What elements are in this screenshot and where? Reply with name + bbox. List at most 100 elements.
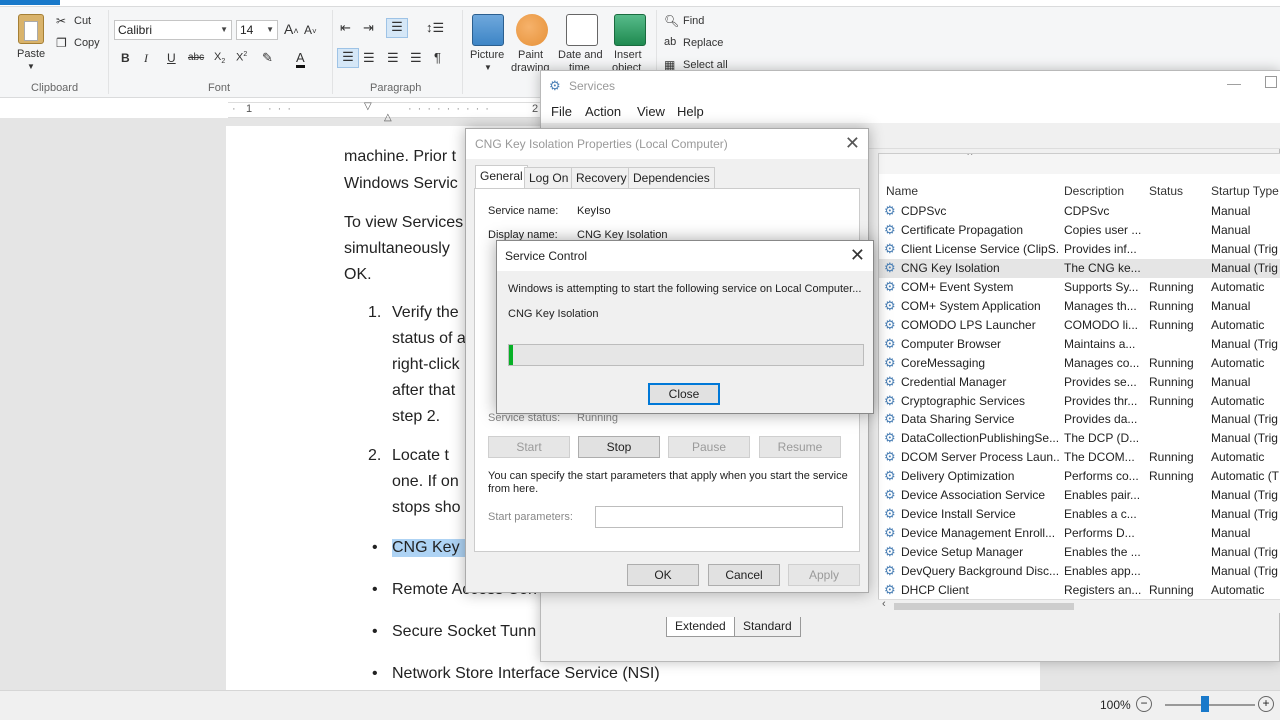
service-status-cell: Running bbox=[1149, 469, 1194, 484]
italic-icon[interactable]: I bbox=[144, 51, 148, 66]
close-icon[interactable]: ✕ bbox=[845, 133, 860, 154]
service-row[interactable]: ⚙ Credential Manager Provides se... Running… bbox=[879, 373, 1280, 392]
replace-button[interactable]: Replace bbox=[683, 37, 723, 49]
zoom-slider[interactable] bbox=[1165, 704, 1255, 706]
align-left-icon[interactable]: ☰ bbox=[337, 48, 359, 68]
menu-view[interactable]: View bbox=[637, 104, 665, 119]
menu-help[interactable]: Help bbox=[677, 104, 704, 119]
service-row[interactable]: ⚙ CNG Key Isolation The CNG ke... Manual (T… bbox=[879, 258, 1280, 278]
maximize-icon[interactable] bbox=[1265, 76, 1277, 88]
paragraph-icon[interactable]: ¶ bbox=[434, 50, 441, 65]
service-row[interactable]: ⚙ Device Management Enroll... Performs D..… bbox=[879, 524, 1280, 543]
tab-log-on[interactable]: Log On bbox=[524, 167, 574, 189]
service-row[interactable]: ⚙ DataCollectionPublishingSe... The DCP (D… bbox=[879, 429, 1280, 448]
menu-file[interactable]: File bbox=[551, 104, 572, 119]
ok-button[interactable]: OK bbox=[627, 564, 699, 586]
date-time-button[interactable]: Date and bbox=[558, 49, 603, 61]
tab-standard[interactable]: Standard bbox=[734, 617, 801, 637]
font-size-select[interactable]: 14 ▼ bbox=[236, 20, 278, 40]
grow-font-icon[interactable]: A˄ bbox=[284, 21, 299, 37]
zoom-slider-thumb[interactable] bbox=[1201, 696, 1209, 712]
service-row[interactable]: ⚙ COM+ Event System Supports Sy... Running A… bbox=[879, 278, 1280, 297]
zoom-out-icon[interactable]: − bbox=[1136, 696, 1152, 712]
strikethrough-icon[interactable]: abc bbox=[188, 52, 204, 63]
bullets-icon[interactable]: ☰ bbox=[386, 18, 408, 38]
superscript-icon[interactable]: X2 bbox=[236, 51, 247, 64]
tab-recovery[interactable]: Recovery bbox=[571, 167, 632, 189]
picture-button[interactable]: Picture bbox=[470, 49, 504, 61]
column-header-description[interactable]: Description bbox=[1064, 184, 1124, 198]
font-color-icon[interactable]: A bbox=[296, 50, 305, 68]
service-row[interactable]: ⚙ Client License Service (ClipS... Provide… bbox=[879, 240, 1280, 259]
justify-icon[interactable]: ☰ bbox=[410, 50, 422, 66]
paste-dropdown-icon[interactable]: ▼ bbox=[27, 62, 35, 71]
paste-button[interactable]: Paste bbox=[17, 48, 45, 60]
cancel-button[interactable]: Cancel bbox=[708, 564, 780, 586]
selected-text[interactable]: CNG Key I bbox=[392, 539, 469, 557]
column-header-name[interactable]: Name bbox=[886, 184, 918, 198]
service-row[interactable]: ⚙ Delivery Optimization Performs co... Runn… bbox=[879, 467, 1280, 486]
highlight-icon[interactable]: ✎ bbox=[262, 50, 273, 66]
picture-dropdown-icon[interactable]: ▼ bbox=[484, 63, 492, 72]
insert-object-button[interactable]: Insert bbox=[614, 49, 642, 61]
column-header-startup-type[interactable]: Startup Type bbox=[1211, 184, 1279, 198]
services-titlebar[interactable]: ⚙ Services — bbox=[541, 71, 1280, 101]
service-control-titlebar[interactable]: Service Control ✕ bbox=[497, 241, 873, 271]
scroll-left-icon[interactable]: ‹ bbox=[882, 598, 886, 610]
service-row[interactable]: ⚙ Data Sharing Service Provides da... Manua… bbox=[879, 410, 1280, 429]
service-row[interactable]: ⚙ Cryptographic Services Provides thr... Ru… bbox=[879, 392, 1280, 411]
subscript-icon[interactable]: X2 bbox=[214, 51, 225, 65]
find-button[interactable]: Find bbox=[683, 15, 704, 27]
resume-button[interactable]: Resume bbox=[759, 436, 841, 458]
menu-action[interactable]: Action bbox=[585, 104, 621, 119]
column-header-status[interactable]: Status bbox=[1149, 184, 1183, 198]
service-row[interactable]: ⚙ COM+ System Application Manages th... Run… bbox=[879, 297, 1280, 316]
services-list[interactable]: ˄ Name Description Status Startup Type ⚙… bbox=[878, 153, 1280, 613]
properties-titlebar[interactable]: CNG Key Isolation Properties (Local Comp… bbox=[466, 129, 868, 159]
cut-button[interactable]: Cut bbox=[74, 15, 91, 27]
close-button[interactable]: Close bbox=[648, 383, 720, 405]
service-row[interactable]: ⚙ Computer Browser Maintains a... Manual (T… bbox=[879, 335, 1280, 354]
paint-drawing-button[interactable]: Paint bbox=[518, 49, 543, 61]
increase-indent-icon[interactable]: ⇥ bbox=[363, 20, 374, 36]
shrink-font-icon[interactable]: A˅ bbox=[304, 23, 317, 37]
stop-button[interactable]: Stop bbox=[578, 436, 660, 458]
start-button[interactable]: Start bbox=[488, 436, 570, 458]
copy-button[interactable]: Copy bbox=[74, 37, 100, 49]
hanging-indent-marker[interactable]: △ bbox=[384, 112, 392, 123]
line-spacing-icon[interactable]: ↕☰ bbox=[426, 20, 444, 36]
service-row[interactable]: ⚙ CoreMessaging Manages co... Running Automa… bbox=[879, 354, 1280, 373]
underline-icon[interactable]: U bbox=[167, 51, 176, 65]
service-row[interactable]: ⚙ DevQuery Background Disc... Enables app.… bbox=[879, 562, 1280, 581]
service-row[interactable]: ⚙ COMODO LPS Launcher COMODO li... Running A… bbox=[879, 316, 1280, 335]
apply-button[interactable]: Apply bbox=[788, 564, 860, 586]
close-icon[interactable]: ✕ bbox=[850, 245, 865, 266]
start-params-input[interactable] bbox=[595, 506, 843, 528]
service-startup-cell: Automatic (T bbox=[1211, 469, 1280, 484]
file-tab[interactable] bbox=[0, 0, 60, 5]
font-family-select[interactable]: Calibri ▼ bbox=[114, 20, 232, 40]
zoom-in-icon[interactable]: + bbox=[1258, 696, 1274, 712]
ruler[interactable]: · 1 ··· ▽ △ ········· 2 bbox=[228, 101, 548, 123]
service-row[interactable]: ⚙ CDPSvc CDPSvc Manual bbox=[879, 202, 1280, 221]
service-row[interactable]: ⚙ Certificate Propagation Copies user ... M… bbox=[879, 221, 1280, 240]
service-name-cell: DevQuery Background Disc... bbox=[901, 564, 1059, 579]
first-line-indent-marker[interactable]: ▽ bbox=[364, 101, 372, 112]
bold-icon[interactable]: B bbox=[121, 51, 130, 65]
tab-dependencies[interactable]: Dependencies bbox=[628, 167, 715, 189]
service-row[interactable]: ⚙ Device Setup Manager Enables the ... Manu… bbox=[879, 543, 1280, 562]
doc-line: Verify the bbox=[392, 304, 459, 321]
service-row[interactable]: ⚙ Device Install Service Enables a c... Man… bbox=[879, 505, 1280, 524]
service-row[interactable]: ⚙ Device Association Service Enables pair.… bbox=[879, 486, 1280, 505]
minimize-icon[interactable]: — bbox=[1227, 75, 1241, 91]
service-row[interactable]: ⚙ DCOM Server Process Laun... The DCOM... R… bbox=[879, 448, 1280, 467]
horizontal-scrollbar[interactable]: ‹ bbox=[878, 598, 1280, 613]
service-row[interactable]: ⚙ DHCP Client Registers an... Running Automa… bbox=[879, 581, 1280, 600]
align-center-icon[interactable]: ☰ bbox=[363, 50, 375, 66]
tab-extended[interactable]: Extended bbox=[666, 617, 735, 637]
tab-general[interactable]: General bbox=[475, 165, 528, 189]
scrollbar-thumb[interactable] bbox=[894, 603, 1074, 610]
decrease-indent-icon[interactable]: ⇤ bbox=[340, 20, 351, 36]
pause-button[interactable]: Pause bbox=[668, 436, 750, 458]
align-right-icon[interactable]: ☰ bbox=[387, 50, 399, 66]
